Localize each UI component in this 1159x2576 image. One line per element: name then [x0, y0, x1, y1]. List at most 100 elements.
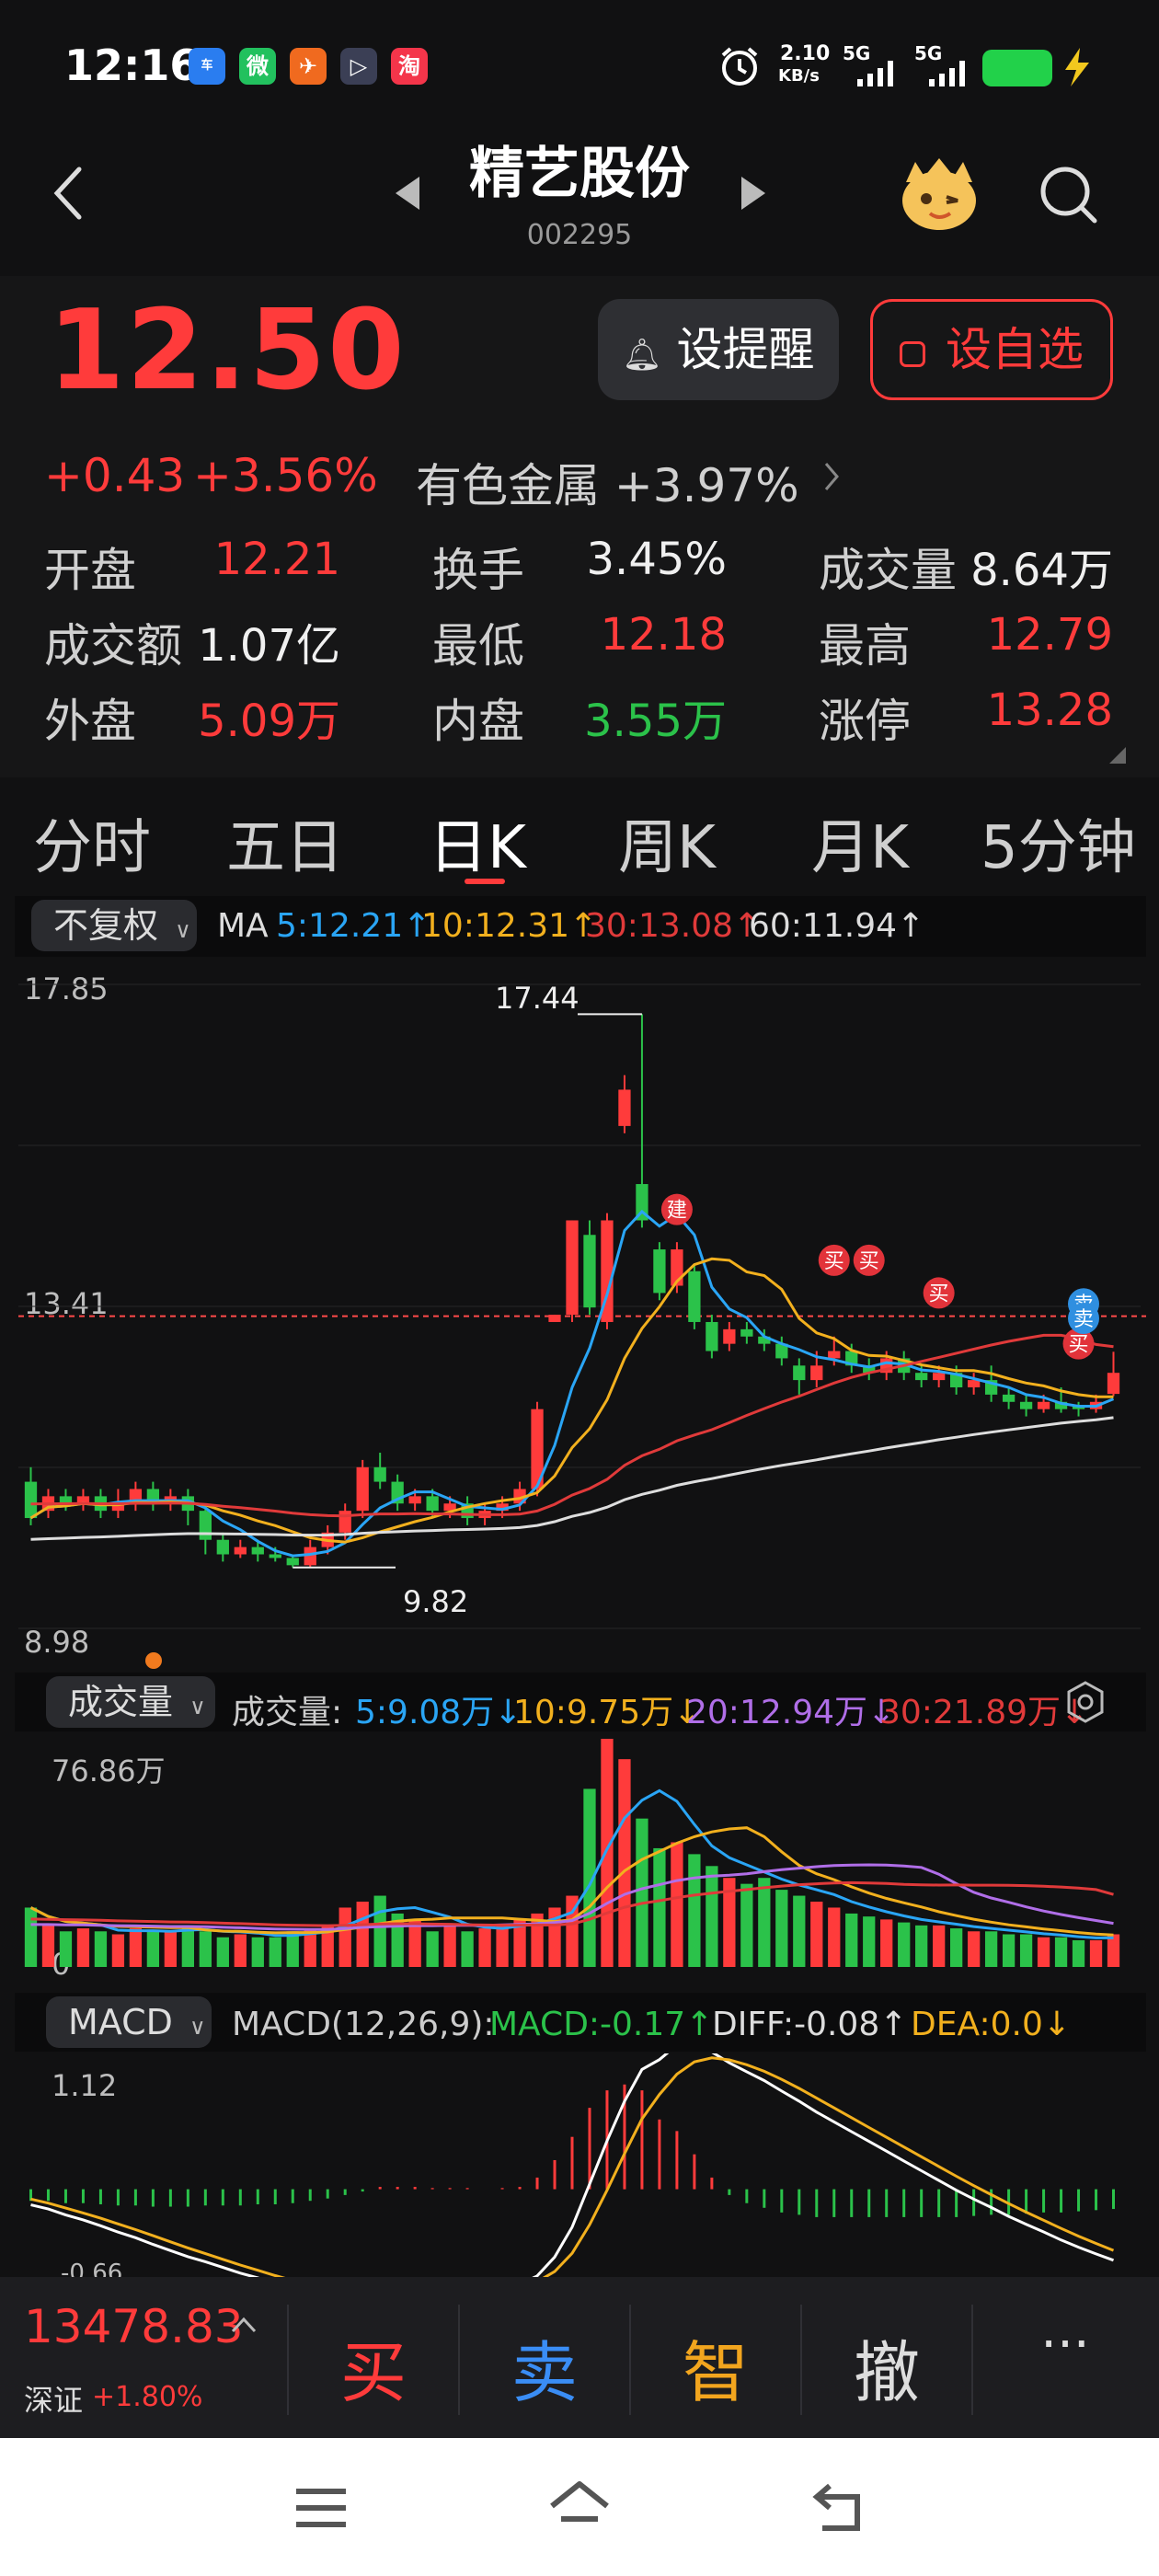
signal-badge-text: 买: [824, 1250, 844, 1273]
chevron-right-icon[interactable]: [822, 460, 843, 493]
volume-bar: [94, 1931, 108, 1967]
period-low-label: 9.82: [403, 1584, 469, 1619]
alarm-icon: [721, 47, 758, 86]
volume-indicator-label: 成交量: [68, 1682, 174, 1722]
settings-gear-icon[interactable]: [1063, 1680, 1107, 1724]
volume-bar: [984, 1931, 998, 1967]
macd-indicator-dropdown[interactable]: MACD ∨: [46, 1996, 212, 2048]
expand-corner-icon[interactable]: [1107, 745, 1128, 765]
candle-body: [740, 1328, 753, 1337]
status-bar: 12:16 车 微 ✈ ▷ 淘 2.10 KB/s 5G 5G: [0, 0, 1159, 138]
index-value[interactable]: 13478.83: [24, 2300, 244, 2353]
volume-bar: [373, 1895, 386, 1967]
limit-up-label: 涨停: [819, 695, 911, 748]
candle-body: [915, 1373, 928, 1381]
tab-intraday[interactable]: 分时: [33, 800, 151, 885]
macd-indicator-label: MACD: [68, 2002, 173, 2042]
volume-bar: [880, 1919, 893, 1967]
volume-bar: [356, 1902, 369, 1967]
chevron-down-icon: ∨: [189, 2014, 206, 2040]
watchlist-icon: [900, 341, 926, 367]
active-tab-indicator: [465, 879, 505, 884]
macd-chart[interactable]: [0, 2053, 1159, 2277]
candle-body: [566, 1220, 579, 1316]
index-change: +1.80%: [92, 2381, 203, 2413]
ma30-value: 30:13.08↑: [585, 907, 762, 945]
volume-bar: [758, 1878, 771, 1967]
volume-bar: [41, 1925, 55, 1967]
more-button[interactable]: ···: [982, 2315, 1148, 2375]
vol10-value: 10:9.75万↓: [513, 1694, 702, 1731]
candle-body: [618, 1089, 631, 1126]
candlestick-chart[interactable]: 建买买买买卖卖: [0, 975, 1159, 1656]
volume-bar: [915, 1925, 928, 1967]
tab-five-day[interactable]: 五日: [226, 800, 344, 885]
candle-body: [706, 1321, 718, 1351]
signal-badge-text: 卖: [1073, 1308, 1094, 1331]
volume-indicator-dropdown[interactable]: 成交量 ∨: [46, 1676, 215, 1728]
search-icon[interactable]: [1038, 164, 1100, 226]
tab-daily-k[interactable]: 日K: [429, 800, 526, 885]
charging-bolt-icon: [1065, 48, 1089, 86]
tab-weekly-k[interactable]: 周K: [618, 800, 716, 885]
mascot-icon[interactable]: [897, 156, 981, 234]
wechat-app-icon: 微: [239, 48, 276, 85]
volume-bar: [1002, 1934, 1016, 1967]
volume-bar: [164, 1931, 178, 1967]
candle-body: [688, 1271, 701, 1322]
candle-body: [967, 1380, 981, 1387]
add-watchlist-button[interactable]: 设自选: [870, 299, 1113, 400]
ma60-line: [30, 1416, 1114, 1541]
low-value: 12.18: [600, 609, 727, 661]
set-alert-button[interactable]: 🔔︎ 设提醒: [598, 299, 839, 400]
candle-body: [251, 1547, 264, 1555]
diff-value: DIFF:-0.08↑: [712, 2006, 908, 2043]
ma30-line: [30, 1333, 1114, 1518]
volume-bar: [269, 1937, 281, 1967]
ma10-value: 10:12.31↑: [421, 907, 598, 945]
index-name: 深证: [24, 2383, 84, 2418]
battery-icon: [982, 50, 1052, 86]
next-stock-arrow-icon[interactable]: [741, 177, 765, 210]
divider: [971, 2305, 973, 2415]
volume-bar: [828, 1907, 841, 1967]
stock-code: 002295: [526, 219, 633, 251]
sell-button[interactable]: 卖: [462, 2318, 627, 2415]
volume-bar: [1037, 1937, 1050, 1967]
price-change-pct: +3.56%: [193, 449, 378, 502]
tab-monthly-k[interactable]: 月K: [811, 800, 909, 885]
home-icon[interactable]: [546, 2478, 613, 2536]
candle-body: [216, 1539, 229, 1555]
menu-icon[interactable]: [293, 2484, 350, 2532]
volume-bar: [636, 1818, 648, 1967]
signal-badge-text: 买: [1069, 1334, 1089, 1357]
volume-chart[interactable]: [0, 1731, 1159, 1987]
cancel-order-button[interactable]: 撤: [804, 2318, 970, 2415]
volume-bar: [863, 1916, 876, 1967]
current-price: 12.50: [48, 287, 407, 415]
open-label: 开盘: [44, 544, 136, 597]
chevron-up-icon[interactable]: [230, 2315, 258, 2335]
divider: [800, 2305, 802, 2415]
candle-body: [933, 1373, 946, 1381]
sector-link[interactable]: 有色金属 +3.97%: [416, 449, 799, 515]
candle-body: [1002, 1394, 1016, 1402]
adjust-mode-dropdown[interactable]: 不复权 ∨: [31, 900, 197, 951]
volume-bar: [775, 1890, 788, 1967]
tab-5min[interactable]: 5分钟: [981, 800, 1136, 885]
candle-body: [583, 1235, 596, 1308]
back-nav-icon[interactable]: [809, 2480, 868, 2534]
amount-label: 成交额: [44, 619, 182, 673]
volume-bar: [1072, 1939, 1085, 1967]
buy-button[interactable]: 买: [291, 2318, 456, 2415]
candle-body: [1037, 1401, 1050, 1409]
candle-body: [234, 1547, 247, 1555]
volume-bar: [688, 1854, 701, 1967]
low-label: 最低: [432, 619, 524, 673]
volume-bar: [478, 1928, 491, 1967]
volume-bar: [251, 1937, 264, 1967]
smart-button[interactable]: 智: [633, 2318, 798, 2415]
volume-bar: [898, 1922, 911, 1967]
macd-params: MACD(12,26,9):: [232, 2006, 495, 2043]
candle-body: [653, 1249, 666, 1294]
